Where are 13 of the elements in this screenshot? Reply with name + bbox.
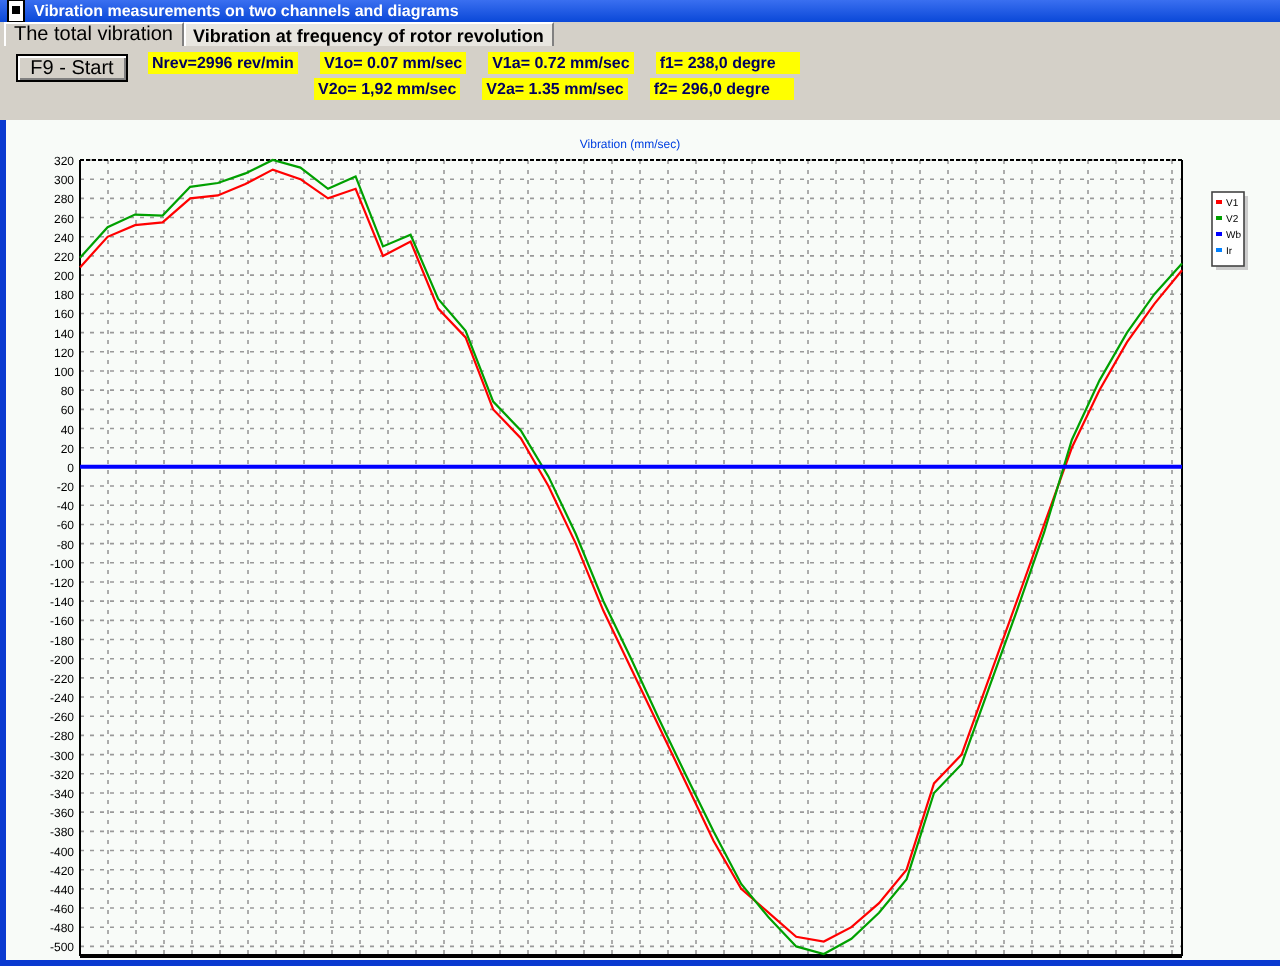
reading-label: V1a= 0.72 mm/sec bbox=[488, 52, 634, 74]
tab[interactable]: The total vibration bbox=[4, 22, 183, 46]
start-button[interactable]: F9 - Start bbox=[16, 54, 128, 82]
reading-label: V2a= 1.35 mm/sec bbox=[482, 78, 628, 100]
reading-label: f2= 296,0 degre bbox=[649, 78, 794, 100]
legend bbox=[1211, 191, 1248, 270]
app-icon bbox=[6, 0, 26, 22]
reading-label: Nrev=2996 rev/min bbox=[148, 52, 298, 74]
window-title: Vibration measurements on two channels and diagrams bbox=[34, 2, 459, 20]
reading-label: V1o= 0.07 mm/sec bbox=[319, 52, 467, 74]
tab[interactable]: Vibration at frequency of rotor revolution bbox=[183, 22, 554, 46]
reading-label: f1= 238,0 degre bbox=[655, 52, 800, 74]
reading-label: V2o= 1,92 mm/sec bbox=[314, 78, 461, 100]
